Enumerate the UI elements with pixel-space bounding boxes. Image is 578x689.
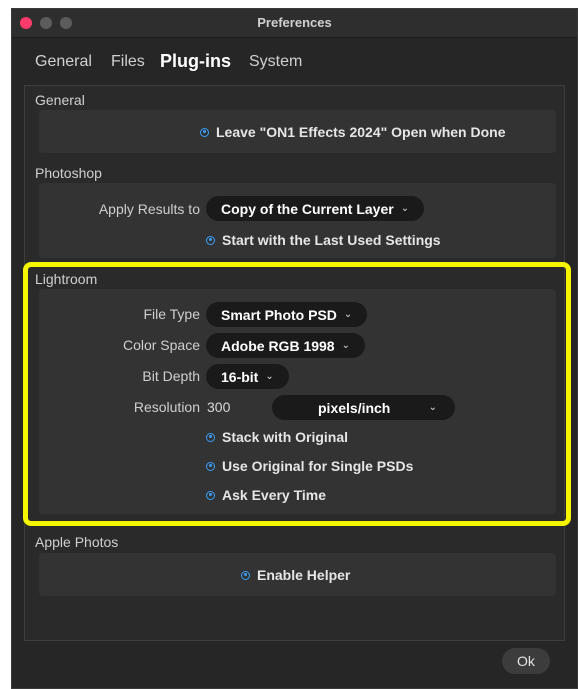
radio-selected-icon <box>241 570 250 580</box>
chevron-down-icon: ⌄ <box>428 402 437 413</box>
radio-selected-icon <box>206 461 215 471</box>
use-original-option[interactable]: Use Original for Single PSDs <box>206 458 413 474</box>
file-type-dropdown[interactable]: Smart Photo PSD ⌄ <box>206 302 368 327</box>
leave-open-option[interactable]: Leave "ON1 Effects 2024" Open when Done <box>200 124 505 140</box>
bit-depth-value: 16-bit <box>221 368 259 385</box>
lightroom-group: File Type Smart Photo PSD ⌄ Color Space … <box>39 289 556 514</box>
radio-selected-icon <box>206 490 215 500</box>
leave-open-label: Leave "ON1 Effects 2024" Open when Done <box>216 124 506 140</box>
file-type-value: Smart Photo PSD <box>221 306 337 323</box>
section-label-general: General <box>35 92 85 108</box>
apply-results-label: Apply Results to <box>98 201 200 217</box>
plug-ins-panel: General Leave "ON1 Effects 2024" Open wh… <box>24 85 565 641</box>
bit-depth-dropdown[interactable]: 16-bit ⌄ <box>206 364 289 389</box>
photoshop-group: Apply Results to Copy of the Current Lay… <box>39 183 556 258</box>
file-type-label: File Type <box>143 306 200 322</box>
stack-with-original-label: Stack with Original <box>222 429 349 445</box>
color-space-label: Color Space <box>122 337 200 353</box>
stack-with-original-option[interactable]: Stack with Original <box>206 429 348 445</box>
color-space-dropdown[interactable]: Adobe RGB 1998 ⌄ <box>206 333 365 358</box>
color-space-value: Adobe RGB 1998 <box>221 337 335 354</box>
use-original-label: Use Original for Single PSDs <box>222 458 414 474</box>
general-group: Leave "ON1 Effects 2024" Open when Done <box>39 110 556 153</box>
tab-system[interactable]: System <box>249 53 302 71</box>
ok-button[interactable]: Ok <box>502 648 550 674</box>
tab-files[interactable]: Files <box>111 53 145 71</box>
radio-selected-icon <box>206 432 215 442</box>
tab-plug-ins[interactable]: Plug-ins <box>160 51 231 72</box>
window-title: Preferences <box>257 15 332 30</box>
start-last-settings-option[interactable]: Start with the Last Used Settings <box>206 232 441 248</box>
title-bar: Preferences <box>12 9 577 38</box>
ask-every-time-label: Ask Every Time <box>222 487 327 503</box>
resolution-unit-dropdown[interactable]: pixels/inch ⌄ <box>272 395 455 420</box>
resolution-label: Resolution <box>133 399 200 415</box>
resolution-input[interactable]: 300 <box>207 399 230 415</box>
section-label-photoshop: Photoshop <box>35 165 102 181</box>
apply-results-dropdown[interactable]: Copy of the Current Layer ⌄ <box>206 196 425 221</box>
tab-general[interactable]: General <box>35 53 92 71</box>
start-last-settings-label: Start with the Last Used Settings <box>222 232 441 248</box>
apply-results-value: Copy of the Current Layer <box>221 200 394 217</box>
chevron-down-icon: ⌄ <box>343 309 353 320</box>
section-label-apple-photos: Apple Photos <box>35 534 119 550</box>
resolution-unit-value: pixels/inch <box>318 399 391 416</box>
apple-photos-group: Enable Helper <box>39 553 556 596</box>
chevron-down-icon: ⌄ <box>341 340 350 351</box>
radio-selected-icon <box>206 235 215 245</box>
ask-every-time-option[interactable]: Ask Every Time <box>206 487 326 503</box>
section-label-lightroom: Lightroom <box>35 271 98 287</box>
preferences-window: Preferences General Files Plug-ins Syste… <box>11 8 578 689</box>
radio-selected-icon <box>200 127 209 137</box>
enable-helper-label: Enable Helper <box>257 567 351 583</box>
chevron-down-icon: ⌄ <box>265 371 274 382</box>
bit-depth-label: Bit Depth <box>142 368 200 384</box>
enable-helper-option[interactable]: Enable Helper <box>241 567 350 583</box>
chevron-down-icon: ⌄ <box>400 203 410 214</box>
